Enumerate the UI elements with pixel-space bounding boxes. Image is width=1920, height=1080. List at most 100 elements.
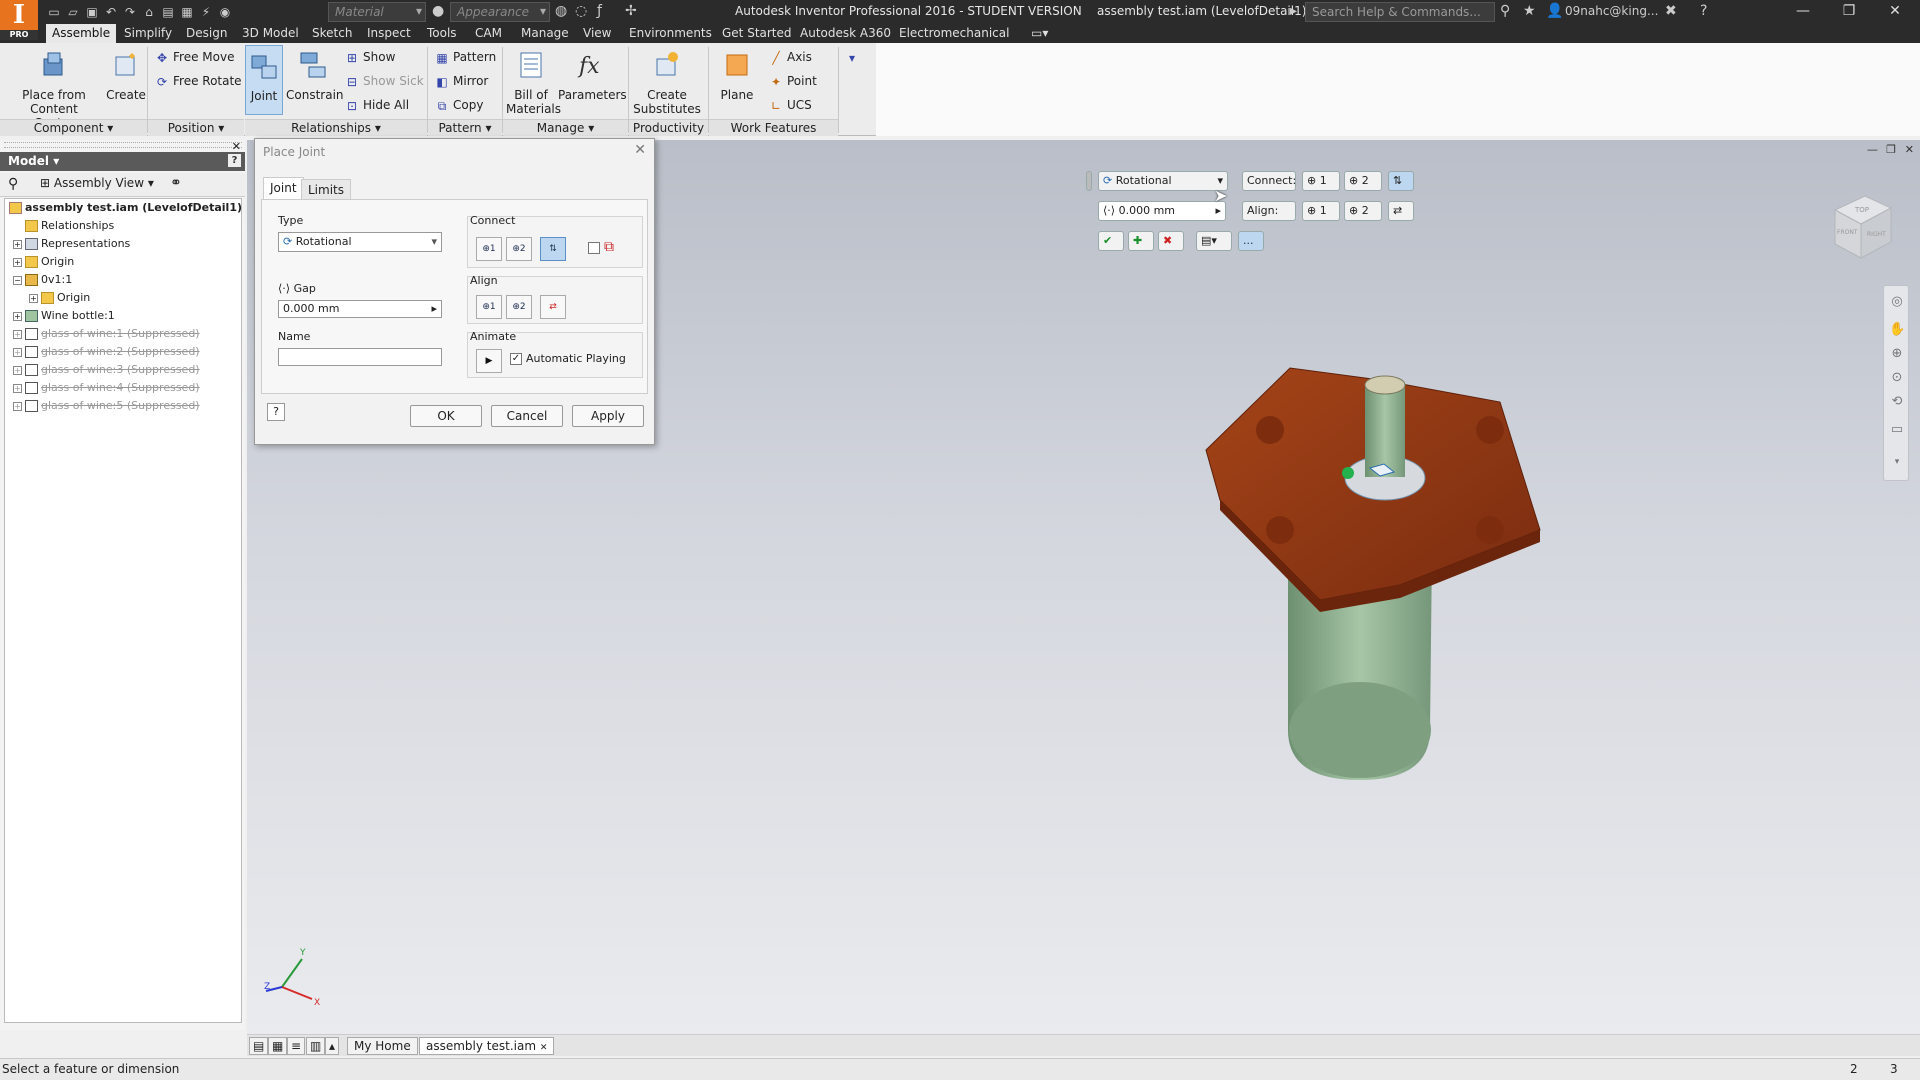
mini-invert-icon[interactable]: ⇄ (1388, 201, 1414, 221)
constrain-button[interactable]: Constrain (286, 49, 344, 102)
joint-button[interactable]: Joint (245, 45, 283, 115)
mini-flip-icon[interactable]: ⇅ (1388, 171, 1414, 191)
mini-align-2-button[interactable]: ⊕ 2 (1344, 201, 1382, 221)
tab-view[interactable]: View (577, 24, 617, 43)
tab-3d-model[interactable]: 3D Model (236, 24, 305, 43)
material-combo[interactable]: Material (328, 2, 426, 22)
tab-my-home[interactable]: My Home (347, 1037, 418, 1055)
viewport-close-icon[interactable]: ✕ (1905, 143, 1914, 156)
free-rotate-button[interactable]: ⟳ Free Rotate (154, 71, 242, 91)
zoom-window-icon[interactable]: ⊙ (1889, 370, 1905, 386)
tree-node-glass-3[interactable]: + glass of wine:3 (Suppressed) (13, 361, 200, 379)
tree-node-origin[interactable]: + Origin (13, 253, 74, 271)
close-window-button[interactable]: ✕ (1872, 0, 1918, 24)
mini-connect-2-button[interactable]: ⊕ 2 (1344, 171, 1382, 191)
free-move-button[interactable]: ✥ Free Move (154, 47, 235, 67)
viewport-restore-icon[interactable]: ❐ (1886, 143, 1896, 156)
tab-limits[interactable]: Limits (301, 179, 351, 199)
expand-icon[interactable]: + (13, 239, 22, 249)
dialog-help-icon[interactable]: ? (267, 403, 285, 421)
tree-node-glass-2[interactable]: + glass of wine:2 (Suppressed) (13, 343, 200, 361)
redo-icon[interactable]: ↷ (122, 5, 138, 19)
look-at-icon[interactable]: ▭ (1889, 422, 1905, 438)
viewcube[interactable]: TOP FRONT RIGHT (1825, 188, 1895, 268)
mini-gap-input[interactable]: ⟨·⟩ 0.000 mm ▸ (1098, 201, 1226, 221)
update-icon[interactable]: ⚡ (198, 5, 214, 19)
folder-icon[interactable]: ▤ (160, 5, 176, 19)
expand-icon[interactable]: + (13, 365, 22, 375)
orbit-icon[interactable]: ⟲ (1889, 394, 1905, 410)
cascade-icon[interactable]: ≡ (287, 1037, 306, 1055)
restore-button[interactable]: ❐ (1826, 0, 1872, 24)
joint-name-input[interactable] (278, 348, 442, 366)
home-icon[interactable]: ⌂ (141, 5, 157, 19)
expand-icon[interactable]: + (13, 401, 22, 411)
plane-button[interactable]: Plane (712, 49, 762, 102)
appearance-combo[interactable]: Appearance (450, 2, 550, 22)
new-icon[interactable]: ▭ (46, 5, 62, 19)
create-component-button[interactable]: Create (104, 49, 148, 102)
tab-get-started[interactable]: Get Started (716, 24, 798, 43)
tile-grid-icon[interactable]: ▦ (268, 1037, 288, 1055)
play-animation-button[interactable]: ▶ (476, 349, 502, 373)
tab-autodesk-a360[interactable]: Autodesk A360 (794, 24, 897, 43)
tab-inspect[interactable]: Inspect (361, 24, 417, 43)
hide-all-button[interactable]: ⊡ Hide All (344, 95, 409, 115)
show-sick-button[interactable]: ⊟ Show Sick (344, 71, 424, 91)
mini-cancel-x-icon[interactable]: ✖ (1158, 231, 1184, 251)
navbar-menu-icon[interactable]: ▾ (1889, 454, 1905, 470)
expand-icon[interactable]: + (13, 329, 22, 339)
browser-grip[interactable] (4, 142, 242, 148)
tree-node-representations[interactable]: + Representations (13, 235, 130, 253)
minimize-button[interactable]: — (1780, 0, 1826, 24)
apply-button[interactable]: Apply (572, 405, 644, 427)
mini-options-dropdown[interactable]: ▤▾ (1196, 231, 1232, 251)
assembly-view-dropdown[interactable]: ⊞ Assembly View ▾ (40, 176, 154, 190)
tab-design[interactable]: Design (180, 24, 233, 43)
expand-icon[interactable]: + (13, 383, 22, 393)
tab-scroll-up-icon[interactable]: ▴ (325, 1037, 340, 1055)
axis-button[interactable]: ╱ Axis (768, 47, 812, 67)
joint-origin-point[interactable] (1342, 467, 1354, 479)
create-substitutes-button[interactable]: Create Substitutes (632, 49, 702, 116)
expand-search-icon[interactable]: ▸ (1290, 3, 1297, 19)
copy-button[interactable]: ⧉ Copy (434, 95, 484, 115)
tab-electromechanical[interactable]: Electromechanical (893, 24, 1015, 43)
expand-icon[interactable]: + (13, 311, 22, 321)
tree-node-glass-1[interactable]: + glass of wine:1 (Suppressed) (13, 325, 200, 343)
dialog-close-icon[interactable]: ✕ (634, 142, 646, 158)
gap-input[interactable]: 0.000 mm ▸ (278, 300, 442, 318)
user-signin[interactable]: 09nahc@king... (1565, 4, 1658, 18)
invert-alignment-button[interactable]: ⇄ (540, 295, 566, 319)
mirror-button[interactable]: ◧ Mirror (434, 71, 488, 91)
help-icon[interactable]: ? (1700, 3, 1707, 19)
ribbon-options-icon[interactable]: ▭▾ (1025, 24, 1054, 43)
tab-tools[interactable]: Tools (421, 24, 463, 43)
application-menu-button[interactable]: I PRO (0, 0, 38, 40)
select-icon[interactable]: ▦ (179, 5, 195, 19)
lock-checkbox[interactable] (588, 242, 600, 254)
mini-more-button[interactable]: ... (1238, 231, 1264, 251)
tab-environments[interactable]: Environments (623, 24, 718, 43)
tree-node-relationships[interactable]: Relationships (13, 217, 114, 235)
user-icon[interactable]: 👤 (1546, 3, 1563, 19)
tree-node-part-0v1[interactable]: −0v1:1 (13, 271, 72, 289)
tree-node-assembly[interactable]: assembly test.iam (LevelofDetail1) (9, 199, 242, 217)
search-icon[interactable]: ⚲ (1500, 3, 1510, 19)
tree-node-glass-5[interactable]: + glass of wine:5 (Suppressed) (13, 397, 200, 415)
panel-title-component[interactable]: Component ▾ (0, 119, 147, 136)
browser-help-icon[interactable]: ? (228, 154, 241, 167)
panel-title-manage[interactable]: Manage ▾ (503, 119, 628, 136)
steering-wheel-icon[interactable]: ◎ (1889, 294, 1905, 310)
tab-manage[interactable]: Manage (515, 24, 575, 43)
tree-node-part-origin[interactable]: + Origin (29, 289, 90, 307)
panel-title-pattern[interactable]: Pattern ▾ (428, 119, 502, 136)
close-tab-icon[interactable]: ✕ (540, 1043, 548, 1053)
ribbon-extra-dropdown[interactable]: ▾ (844, 47, 863, 67)
flip-component-button[interactable]: ⇅ (540, 237, 566, 261)
align-2-button[interactable]: ⊕2 (506, 295, 532, 319)
undo-icon[interactable]: ↶ (103, 5, 119, 19)
mini-apply-plus-icon[interactable]: ✚ (1128, 231, 1154, 251)
bill-of-materials-button[interactable]: Bill of Materials (506, 49, 561, 116)
tree-node-glass-4[interactable]: + glass of wine:4 (Suppressed) (13, 379, 200, 397)
